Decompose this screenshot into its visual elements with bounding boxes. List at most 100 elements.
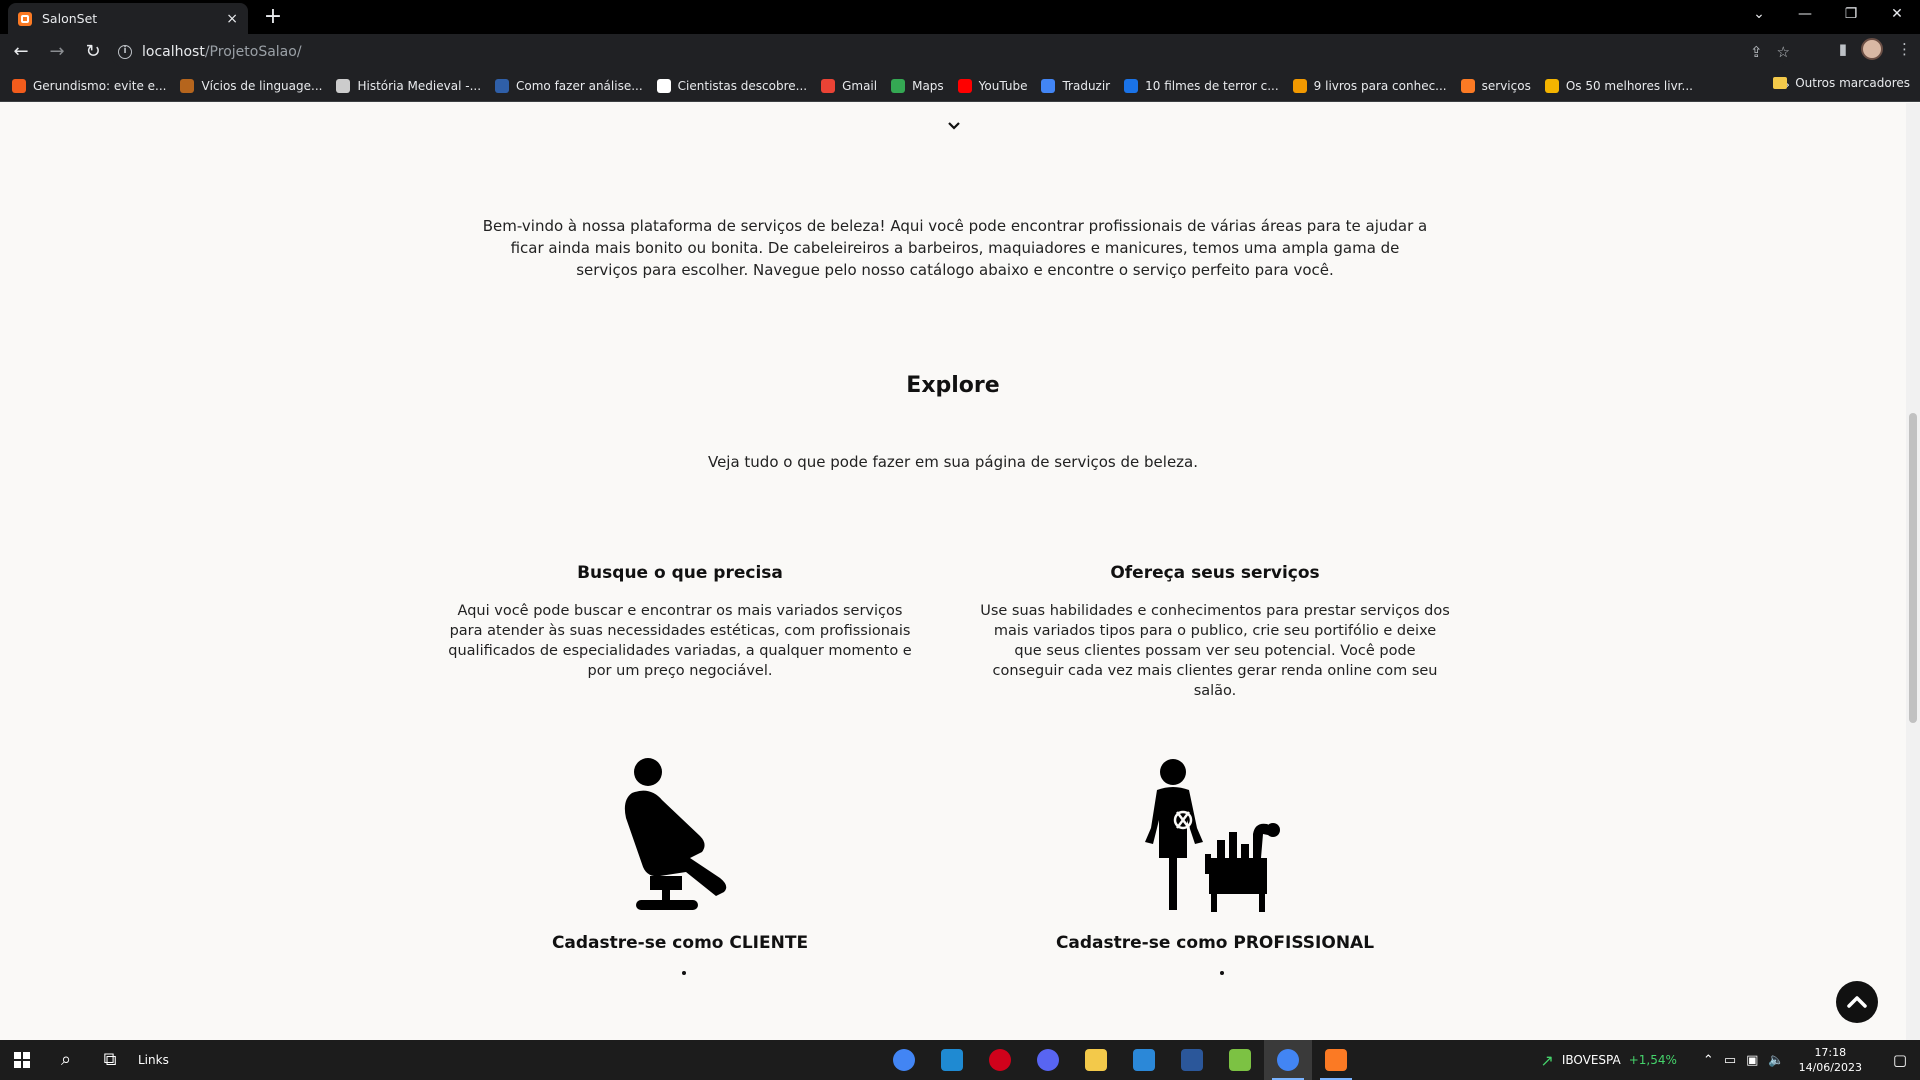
side-panel-icon[interactable]: ▮ xyxy=(1839,40,1847,58)
chevron-up-icon xyxy=(1847,996,1867,1008)
bookmark-label: serviços xyxy=(1481,78,1531,93)
professional-heading: Ofereça seus serviços xyxy=(1110,563,1320,583)
bookmark-favicon-icon xyxy=(821,78,836,93)
chrome-profile-app-icon[interactable] xyxy=(1264,1040,1312,1080)
volume-icon[interactable]: 🔈 xyxy=(1768,1053,1784,1068)
bookmark-label: YouTube xyxy=(978,78,1028,93)
opera-icon xyxy=(989,1049,1011,1071)
ibovespa-value: +1,54% xyxy=(1628,1053,1677,1067)
site-info-icon[interactable]: i xyxy=(118,45,132,59)
tab-search-icon[interactable]: ⌄ xyxy=(1736,0,1782,30)
url-path: /ProjetoSalao/ xyxy=(204,44,302,60)
new-tab-button[interactable]: + xyxy=(260,5,286,31)
bookmark-item[interactable]: 10 filmes de terror c... xyxy=(1124,78,1279,93)
tab-close-icon[interactable]: × xyxy=(226,11,238,27)
bookmark-item[interactable]: Cientistas descobre... xyxy=(656,78,808,93)
task-view-icon[interactable]: ⧉ xyxy=(88,1040,132,1080)
back-arrow-icon[interactable]: ← xyxy=(6,37,36,67)
bookmark-label: Gerundismo: evite e... xyxy=(33,78,167,93)
links-toolbar[interactable]: Links xyxy=(138,1053,169,1067)
pinned-apps xyxy=(880,1040,1360,1080)
bookmark-star-icon[interactable]: ☆ xyxy=(1777,43,1790,61)
store-icon xyxy=(1133,1049,1155,1071)
clock[interactable]: 17:18 14/06/2023 xyxy=(1799,1045,1862,1075)
chevron-down-icon[interactable] xyxy=(946,118,962,134)
bookmark-label: Vícios de linguage... xyxy=(201,78,323,93)
bookmark-item[interactable]: serviços xyxy=(1460,78,1531,93)
bookmark-favicon-icon xyxy=(957,78,972,93)
minimize-button[interactable]: — xyxy=(1782,0,1828,30)
bookmark-label: Como fazer análise... xyxy=(516,78,643,93)
notification-icon[interactable]: ▢ xyxy=(1880,1051,1920,1069)
bookmark-label: Os 50 melhores livr... xyxy=(1565,78,1693,93)
address-bar[interactable]: i localhost/ProjetoSalao/ ⇪ ☆ xyxy=(110,38,1790,66)
client-heading: Busque o que precisa xyxy=(577,563,783,583)
chrome-app-icon[interactable] xyxy=(880,1040,928,1080)
bookmark-item[interactable]: Traduzir xyxy=(1041,78,1110,93)
network-icon[interactable]: ▣ xyxy=(1746,1053,1758,1068)
chevron-up-tray-icon[interactable]: ⌃ xyxy=(1703,1053,1714,1068)
bookmark-item[interactable]: Maps xyxy=(891,78,944,93)
vscode-icon xyxy=(941,1049,963,1071)
explore-title: Explore xyxy=(906,373,1000,398)
discord-app-icon[interactable] xyxy=(1024,1040,1072,1080)
bookmark-item[interactable]: 9 livros para conhec... xyxy=(1292,78,1447,93)
bookmark-label: História Medieval -... xyxy=(357,78,482,93)
tab-title: SalonSet xyxy=(42,11,98,26)
back-to-top-button[interactable] xyxy=(1836,981,1878,1023)
tab-salonset[interactable]: SalonSet × xyxy=(8,3,248,34)
intro-paragraph: Bem-vindo à nossa plataforma de serviços… xyxy=(482,217,1428,279)
bookmark-favicon-icon xyxy=(891,78,906,93)
page-content: Bem-vindo à nossa plataforma de serviços… xyxy=(0,103,1906,1040)
bookmark-label: Maps xyxy=(912,78,944,93)
scrollbar-thumb[interactable] xyxy=(1909,413,1917,723)
bluestacks-app-icon[interactable] xyxy=(1216,1040,1264,1080)
url-text[interactable]: localhost/ProjetoSalao/ xyxy=(142,44,302,60)
menu-kebab-icon[interactable]: ⋮ xyxy=(1897,40,1912,58)
reload-icon[interactable]: ↻ xyxy=(78,37,108,67)
register-client-link[interactable]: Cadastre-se como CLIENTE xyxy=(445,933,915,953)
meet-icon[interactable]: ▭ xyxy=(1724,1053,1736,1068)
bookmark-item[interactable]: História Medieval -... xyxy=(336,78,482,93)
forward-arrow-icon[interactable]: → xyxy=(42,37,72,67)
share-icon[interactable]: ⇪ xyxy=(1750,43,1763,61)
bookmarks-bar: Gerundismo: evite e... Vícios de linguage… xyxy=(0,70,1920,102)
opera-app-icon[interactable] xyxy=(976,1040,1024,1080)
bookmark-item[interactable]: YouTube xyxy=(957,78,1028,93)
search-icon[interactable]: ⌕ xyxy=(44,1040,88,1080)
restore-button[interactable]: ❐ xyxy=(1828,0,1874,30)
browser-toolbar: ← → ↻ i localhost/ProjetoSalao/ ⇪ ☆ ▮ ⋮ xyxy=(0,34,1920,70)
chrome-profile-icon xyxy=(1277,1049,1299,1071)
client-description: Aqui você pode buscar e encontrar os mai… xyxy=(448,603,912,679)
bookmark-item[interactable]: Os 50 melhores livr... xyxy=(1544,78,1693,93)
word-app-icon[interactable] xyxy=(1168,1040,1216,1080)
windows-taskbar: ⌕ ⧉ Links ↗ IBOVESPA +1,54% ⌃ ▭ ▣ 🔈 17:1… xyxy=(0,1040,1920,1080)
bookmark-item[interactable]: Como fazer análise... xyxy=(495,78,643,93)
page-scrollbar[interactable] xyxy=(1906,103,1920,1040)
close-window-button[interactable]: ✕ xyxy=(1874,0,1920,30)
start-button[interactable] xyxy=(0,1040,44,1080)
browser-tab-strip: SalonSet × + ⌄ — ❐ ✕ xyxy=(0,0,1920,34)
chrome-icon xyxy=(893,1049,915,1071)
bookmark-label: 10 filmes de terror c... xyxy=(1145,78,1279,93)
file-explorer-app-icon[interactable] xyxy=(1072,1040,1120,1080)
window-controls: ⌄ — ❐ ✕ xyxy=(1736,0,1920,30)
bookmark-label: Gmail xyxy=(842,78,878,93)
store-app-icon[interactable] xyxy=(1120,1040,1168,1080)
ibovespa-widget[interactable]: ↗ IBOVESPA +1,54% xyxy=(1540,1051,1676,1070)
bookmark-item[interactable]: Gmail xyxy=(821,78,878,93)
bookmark-item[interactable]: Gerundismo: evite e... xyxy=(12,78,167,93)
profile-avatar[interactable] xyxy=(1861,38,1883,60)
xampp-app-icon[interactable] xyxy=(1312,1040,1360,1080)
bookmark-item[interactable]: Vícios de linguage... xyxy=(180,78,323,93)
stylist-with-cart-icon[interactable] xyxy=(1125,758,1305,918)
register-professional-link[interactable]: Cadastre-se como PROFISSIONAL xyxy=(980,933,1450,953)
other-bookmarks-folder[interactable]: Outros marcadores xyxy=(1773,76,1910,90)
xampp-icon xyxy=(1325,1049,1347,1071)
bookmark-label: 9 livros para conhec... xyxy=(1313,78,1447,93)
bookmark-label: Cientistas descobre... xyxy=(677,78,808,93)
vscode-app-icon[interactable] xyxy=(928,1040,976,1080)
bookmark-favicon-icon xyxy=(1124,78,1139,93)
bookmark-favicon-icon xyxy=(495,78,510,93)
salon-chair-client-icon[interactable] xyxy=(590,758,770,918)
